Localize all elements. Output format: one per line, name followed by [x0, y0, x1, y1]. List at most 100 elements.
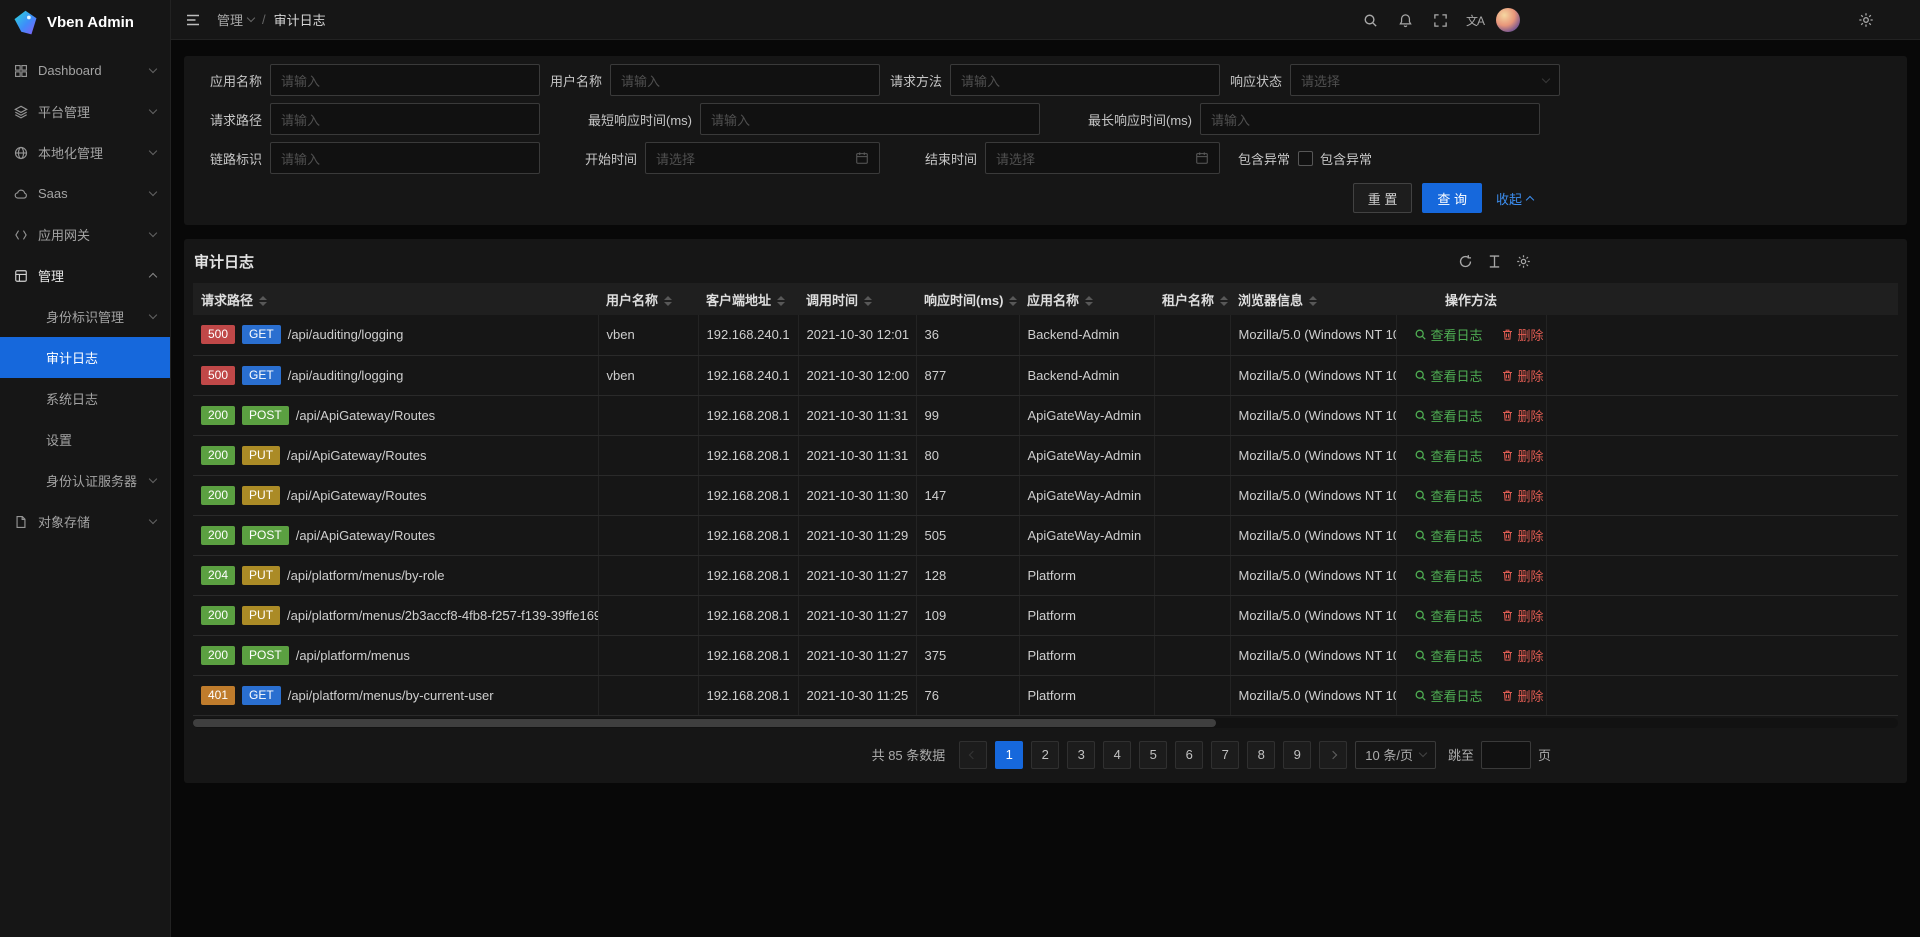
sidebar-item-saas[interactable]: Saas: [0, 173, 170, 214]
breadcrumb-item-admin[interactable]: 管理: [217, 10, 254, 29]
search-icon[interactable]: [1356, 6, 1384, 34]
end-time-input[interactable]: 请选择: [985, 142, 1220, 174]
sidebar-item-gateway[interactable]: 应用网关: [0, 214, 170, 255]
cell-filler: [1546, 355, 1898, 395]
column-settings-gear-icon[interactable]: [1516, 254, 1531, 269]
view-log-button[interactable]: 查看日志: [1414, 446, 1483, 465]
delete-button[interactable]: 删除: [1501, 406, 1544, 425]
view-log-button[interactable]: 查看日志: [1414, 325, 1483, 344]
avatar[interactable]: [1496, 8, 1520, 32]
delete-button[interactable]: 删除: [1501, 366, 1544, 385]
row-height-icon[interactable]: [1487, 254, 1502, 269]
sidebar-item-label: Saas: [38, 186, 141, 201]
delete-button[interactable]: 删除: [1501, 646, 1544, 665]
column-header[interactable]: 请求路径: [193, 283, 598, 315]
max-response-time-input[interactable]: 请输入: [1200, 103, 1540, 135]
request-path-input[interactable]: 请输入: [270, 103, 540, 135]
page-button-7[interactable]: 7: [1211, 741, 1239, 769]
next-page-button[interactable]: [1319, 741, 1347, 769]
view-log-button[interactable]: 查看日志: [1414, 406, 1483, 425]
app-name-input[interactable]: 请输入: [270, 64, 540, 96]
sort-icon[interactable]: [1085, 296, 1093, 306]
sort-icon[interactable]: [777, 296, 785, 306]
column-header[interactable]: 用户名称: [598, 283, 698, 315]
column-header[interactable]: 租户名称: [1154, 283, 1230, 315]
scrollbar-thumb[interactable]: [193, 719, 1216, 727]
column-header[interactable]: 响应时间(ms): [916, 283, 1019, 315]
sidebar-item-settings[interactable]: 设置: [0, 419, 170, 460]
sidebar-item-admin[interactable]: 管理: [0, 255, 170, 296]
delete-button[interactable]: 删除: [1501, 606, 1544, 625]
sort-icon[interactable]: [259, 296, 267, 306]
sidebar-item-localization[interactable]: 本地化管理: [0, 132, 170, 173]
page-button-1[interactable]: 1: [995, 741, 1023, 769]
view-log-button[interactable]: 查看日志: [1414, 686, 1483, 705]
page-size-select[interactable]: 10 条/页: [1355, 741, 1436, 769]
query-button[interactable]: 查 询: [1422, 183, 1482, 213]
filter-field-app-name: 应用名称请输入: [200, 64, 540, 96]
page-button-5[interactable]: 5: [1139, 741, 1167, 769]
view-log-button[interactable]: 查看日志: [1414, 646, 1483, 665]
view-log-button[interactable]: 查看日志: [1414, 526, 1483, 545]
collapse-button[interactable]: 收起: [1496, 189, 1533, 208]
sort-icon[interactable]: [1220, 296, 1228, 306]
http-method-input[interactable]: 请输入: [950, 64, 1220, 96]
sidebar-item-dashboard[interactable]: Dashboard: [0, 50, 170, 91]
delete-button[interactable]: 删除: [1501, 566, 1544, 585]
view-log-button[interactable]: 查看日志: [1414, 366, 1483, 385]
menu-fold-icon[interactable]: [185, 12, 201, 28]
refresh-icon[interactable]: [1458, 254, 1473, 269]
sort-icon[interactable]: [664, 296, 672, 306]
view-log-button[interactable]: 查看日志: [1414, 566, 1483, 585]
sidebar-item-identity[interactable]: 身份标识管理: [0, 296, 170, 337]
page-button-9[interactable]: 9: [1283, 741, 1311, 769]
sidebar-item-platform[interactable]: 平台管理: [0, 91, 170, 132]
sidebar-item-identity-server[interactable]: 身份认证服务器: [0, 460, 170, 501]
column-header[interactable]: 客户端地址: [698, 283, 798, 315]
start-time-input[interactable]: 请选择: [645, 142, 880, 174]
page-button-8[interactable]: 8: [1247, 741, 1275, 769]
delete-button[interactable]: 删除: [1501, 526, 1544, 545]
column-header[interactable]: 应用名称: [1019, 283, 1154, 315]
column-header[interactable]: 浏览器信息: [1230, 283, 1396, 315]
panel-title: 审计日志: [194, 251, 254, 272]
jump-page-input[interactable]: [1481, 741, 1531, 769]
gateway-icon: [14, 227, 29, 242]
bell-icon[interactable]: [1391, 6, 1419, 34]
delete-button[interactable]: 删除: [1501, 486, 1544, 505]
sidebar-item-object-storage[interactable]: 对象存储: [0, 501, 170, 542]
delete-button[interactable]: 删除: [1501, 325, 1544, 344]
cell-client-address: 192.168.208.1: [698, 475, 798, 515]
page-button-3[interactable]: 3: [1067, 741, 1095, 769]
include-exception-checkbox[interactable]: [1298, 151, 1313, 166]
sort-icon[interactable]: [864, 296, 872, 306]
sort-icon[interactable]: [1009, 296, 1017, 306]
sort-icon[interactable]: [1309, 296, 1317, 306]
view-log-button[interactable]: 查看日志: [1414, 606, 1483, 625]
settings-gear-icon[interactable]: [1858, 0, 1874, 40]
reset-button[interactable]: 重 置: [1353, 183, 1413, 213]
translate-icon[interactable]: 文A: [1461, 6, 1489, 34]
prev-page-button[interactable]: [959, 741, 987, 769]
page-button-4[interactable]: 4: [1103, 741, 1131, 769]
sidebar-item-system-logs[interactable]: 系统日志: [0, 378, 170, 419]
page-button-6[interactable]: 6: [1175, 741, 1203, 769]
filter-row: 链路标识请输入开始时间请选择结束时间请选择包含异常包含异常: [200, 142, 1891, 174]
view-log-button[interactable]: 查看日志: [1414, 486, 1483, 505]
filter-field-response-status: 响应状态请选择: [1220, 64, 1560, 96]
delete-button[interactable]: 删除: [1501, 686, 1544, 705]
action-label: 删除: [1518, 325, 1544, 344]
page-button-2[interactable]: 2: [1031, 741, 1059, 769]
trace-id-input[interactable]: 请输入: [270, 142, 540, 174]
logo-icon: [12, 9, 39, 36]
cell-tenant-name: [1154, 635, 1230, 675]
app-logo[interactable]: Vben Admin: [0, 0, 170, 44]
column-header[interactable]: 调用时间: [798, 283, 916, 315]
fullscreen-icon[interactable]: [1426, 6, 1454, 34]
delete-button[interactable]: 删除: [1501, 446, 1544, 465]
min-response-time-input[interactable]: 请输入: [700, 103, 1040, 135]
user-name-input[interactable]: 请输入: [610, 64, 880, 96]
response-status-select[interactable]: 请选择: [1290, 64, 1560, 96]
sidebar-item-audit-logs[interactable]: 审计日志: [0, 337, 170, 378]
cell-user-name: vben: [598, 355, 698, 395]
